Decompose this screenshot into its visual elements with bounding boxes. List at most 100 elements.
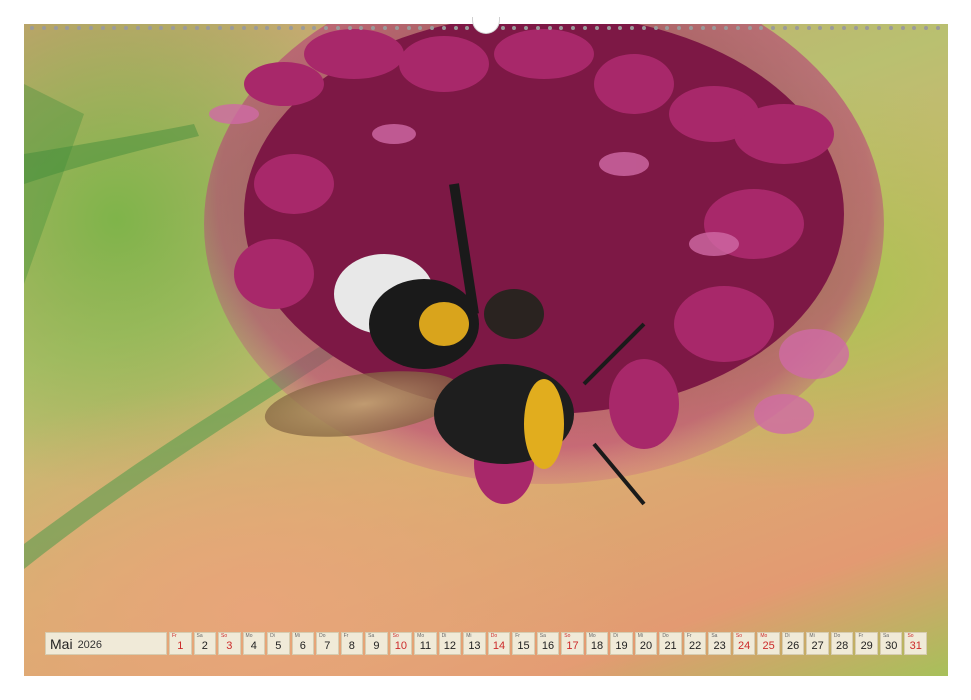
binding-hole — [465, 26, 470, 30]
day-weekday: Do — [833, 633, 841, 639]
day-weekday: Sa — [196, 633, 203, 639]
binding-hole — [194, 26, 199, 30]
day-weekday: Di — [270, 633, 275, 639]
binding-hole — [865, 26, 870, 30]
day-number: 16 — [541, 640, 555, 652]
binding-hole — [924, 26, 929, 30]
day-weekday: So — [221, 633, 228, 639]
day-cell: Sa 23 — [708, 632, 731, 655]
day-cell: Sa 16 — [536, 632, 560, 655]
day-cell: Sa 30 — [879, 632, 903, 655]
day-weekday: So — [907, 633, 914, 639]
day-number: 20 — [639, 640, 653, 652]
day-weekday: Di — [441, 633, 447, 639]
day-number: 27 — [811, 640, 824, 652]
day-cell: So 3 — [218, 632, 241, 655]
binding-hole — [88, 26, 93, 30]
binding-hole — [441, 26, 446, 30]
binding-hole — [135, 26, 140, 30]
binding-hole — [912, 26, 917, 30]
day-cell: Do 28 — [830, 632, 854, 655]
day-number: 25 — [762, 640, 775, 652]
day-number: 11 — [419, 640, 432, 652]
binding-hole — [171, 26, 176, 30]
binding-hole — [371, 26, 376, 30]
binding-hole — [253, 26, 258, 30]
day-number: 9 — [373, 640, 380, 652]
month-label-box: Mai 2026 — [45, 632, 167, 655]
binding-hole — [688, 26, 693, 30]
binding-hole — [935, 26, 940, 30]
day-number: 30 — [885, 640, 898, 652]
month-name: Mai — [50, 635, 73, 652]
day-weekday: Fr — [515, 633, 520, 639]
binding-hole — [265, 26, 270, 30]
day-cell: Do 21 — [659, 632, 682, 655]
day-weekday: So — [564, 633, 571, 639]
binding-hole — [582, 26, 587, 30]
day-cell: Sa 2 — [193, 632, 217, 655]
binding-hole — [735, 26, 740, 30]
binding-hole — [712, 26, 717, 30]
binding-hole — [112, 26, 117, 30]
binding-hole — [618, 26, 623, 30]
day-cell: Mo 4 — [242, 632, 266, 655]
day-cell: Do 7 — [316, 632, 339, 655]
binding-hole — [724, 26, 729, 30]
binding-hole — [500, 26, 505, 30]
binding-hole — [124, 26, 129, 30]
day-cell: So 17 — [561, 632, 584, 655]
binding-hole — [783, 26, 787, 30]
binding-hole — [794, 26, 799, 30]
binding-hole — [77, 26, 82, 30]
day-weekday: Mo — [417, 633, 425, 639]
binding-hole — [418, 26, 423, 30]
binding-hole — [277, 26, 282, 30]
day-cell: Fr 22 — [683, 632, 707, 655]
day-number: 17 — [566, 640, 579, 652]
binding-hole — [606, 26, 611, 30]
binding-hole — [888, 26, 893, 30]
day-number: 1 — [177, 640, 184, 652]
binding-hole — [300, 26, 305, 30]
calendar-strip: Mai 2026 Fr 1 Sa 2 So 3 Mo 4 Di 5 Mi 6 Do 7 Fr 8 Sa 9 So 10… — [45, 632, 927, 655]
day-number: 24 — [737, 640, 751, 652]
day-cell: Mo 11 — [414, 632, 437, 655]
month-year: 2026 — [77, 638, 103, 651]
calendar-page: Mai 2026 Fr 1 Sa 2 So 3 Mo 4 Di 5 Mi 6 Do 7 Fr 8 Sa 9 So 10… — [0, 0, 971, 700]
day-weekday: Do — [662, 633, 669, 639]
binding-hole — [653, 26, 658, 30]
day-cell: Do 14 — [487, 632, 511, 655]
day-weekday: Sa — [882, 633, 890, 639]
binding-hole — [512, 26, 517, 30]
day-cell: So 31 — [904, 632, 927, 655]
day-number: 31 — [909, 640, 922, 652]
day-number: 22 — [688, 640, 702, 652]
binding-hole — [547, 26, 552, 30]
binding-hole — [524, 26, 529, 30]
binding-hole — [818, 26, 823, 30]
day-weekday: Mo — [245, 633, 253, 639]
day-weekday: Do — [319, 633, 326, 639]
binding-hole — [288, 26, 293, 30]
day-number: 6 — [299, 640, 306, 652]
day-cell: Di 26 — [781, 632, 805, 655]
binding-hole — [430, 26, 435, 30]
binding-hole — [700, 26, 705, 30]
day-weekday: Sa — [539, 633, 546, 639]
day-weekday: Sa — [711, 633, 718, 639]
binding-hole — [65, 26, 70, 30]
day-number: 5 — [275, 640, 282, 652]
day-number: 8 — [348, 640, 355, 652]
binding-hole — [182, 26, 187, 30]
binding-hole — [382, 26, 387, 30]
day-cell: Fr 1 — [169, 632, 192, 655]
day-cell: Fr 15 — [512, 632, 535, 655]
day-weekday: So — [392, 633, 399, 639]
binding-hole — [806, 26, 811, 30]
binding-hole — [312, 26, 317, 30]
day-weekday: So — [735, 633, 742, 639]
day-cell: Mi 27 — [806, 632, 829, 655]
day-weekday: Mo — [760, 633, 768, 639]
day-cell: Di 5 — [267, 632, 290, 655]
